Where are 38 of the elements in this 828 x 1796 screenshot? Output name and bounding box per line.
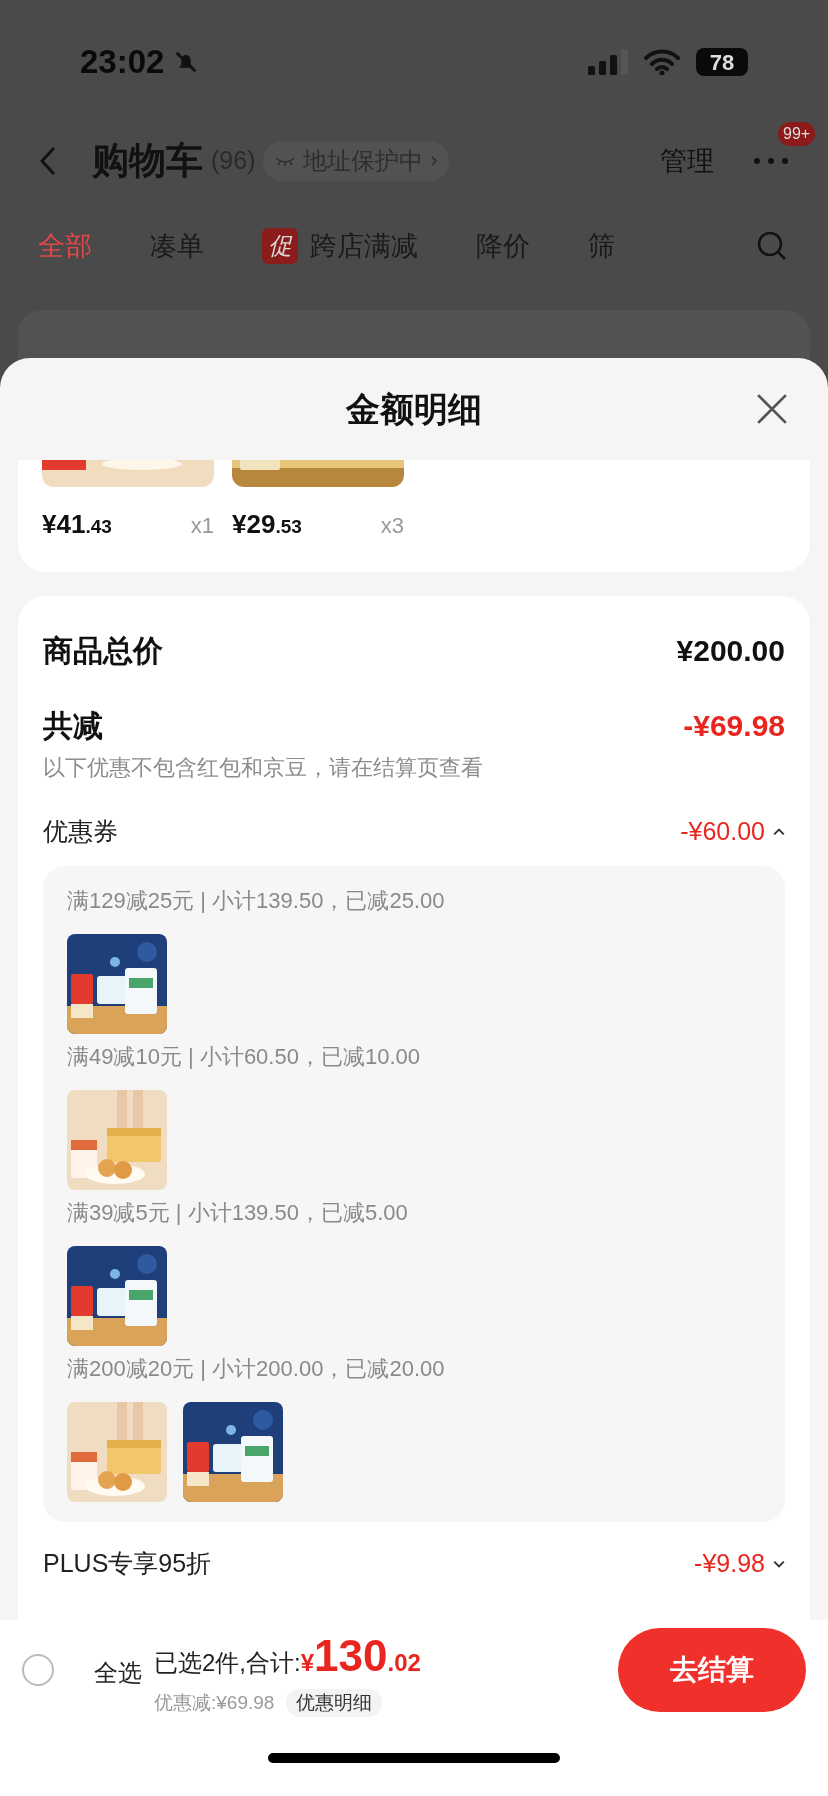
discount-row[interactable]: PLUS专享95折 -¥9.98 — [43, 1544, 785, 1584]
product-price: ¥41.43 — [42, 508, 112, 541]
battery-indicator: 78 — [696, 48, 748, 76]
reduction-label: 共减 — [43, 707, 103, 744]
product-quantity: x1 — [190, 512, 214, 540]
checkout-button[interactable]: 去结算 — [618, 1628, 806, 1712]
promo-badge: 促 — [262, 228, 298, 264]
select-all-label: 全选 — [94, 1658, 142, 1688]
selected-summary: 已选2件,合计: — [154, 1647, 301, 1678]
more-icon[interactable] — [754, 158, 788, 164]
select-all-checkbox[interactable] — [22, 1654, 54, 1686]
wifi-icon — [644, 49, 680, 75]
closed-eye-icon — [275, 156, 296, 166]
page-title: 购物车 — [92, 139, 203, 184]
sheet-title: 金额明细 — [346, 388, 482, 430]
manage-button[interactable]: 管理 — [660, 140, 714, 182]
coupon-rule: 满39减5元 | 小计139.50，已减5.00 — [67, 1199, 409, 1227]
back-icon[interactable] — [40, 145, 56, 177]
total-amount: ¥130.02 — [300, 1629, 421, 1682]
filter-tab[interactable]: 全部 — [38, 225, 92, 267]
product-price: ¥29.53 — [232, 508, 302, 541]
close-icon[interactable] — [756, 393, 788, 425]
search-icon[interactable] — [756, 230, 788, 262]
product-quantity: x3 — [380, 512, 404, 540]
coupon-rule: 满129减25元 | 小计139.50，已减25.00 — [67, 887, 446, 915]
notification-badge: 99+ — [778, 122, 816, 146]
coupon-rule: 满200减20元 | 小计200.00，已减20.00 — [67, 1355, 446, 1383]
chevron-right-icon — [431, 156, 438, 166]
reduction-note: 以下优惠不包含红包和京豆，请在结算页查看 — [43, 754, 484, 782]
discount-row[interactable]: 优惠券 -¥60.00 — [43, 812, 785, 852]
reduction-value: -¥69.98 — [683, 707, 785, 744]
total-label: 商品总价 — [43, 632, 163, 669]
coupon-rule: 满49减10元 | 小计60.50，已减10.00 — [67, 1043, 421, 1071]
signal-icon — [588, 49, 628, 75]
status-time: 23:02 — [80, 42, 165, 83]
discount-detail-button[interactable]: 优惠明细 — [286, 1688, 383, 1718]
total-value: ¥200.00 — [676, 632, 785, 669]
discount-summary: 优惠减:¥69.98 — [154, 1690, 275, 1715]
